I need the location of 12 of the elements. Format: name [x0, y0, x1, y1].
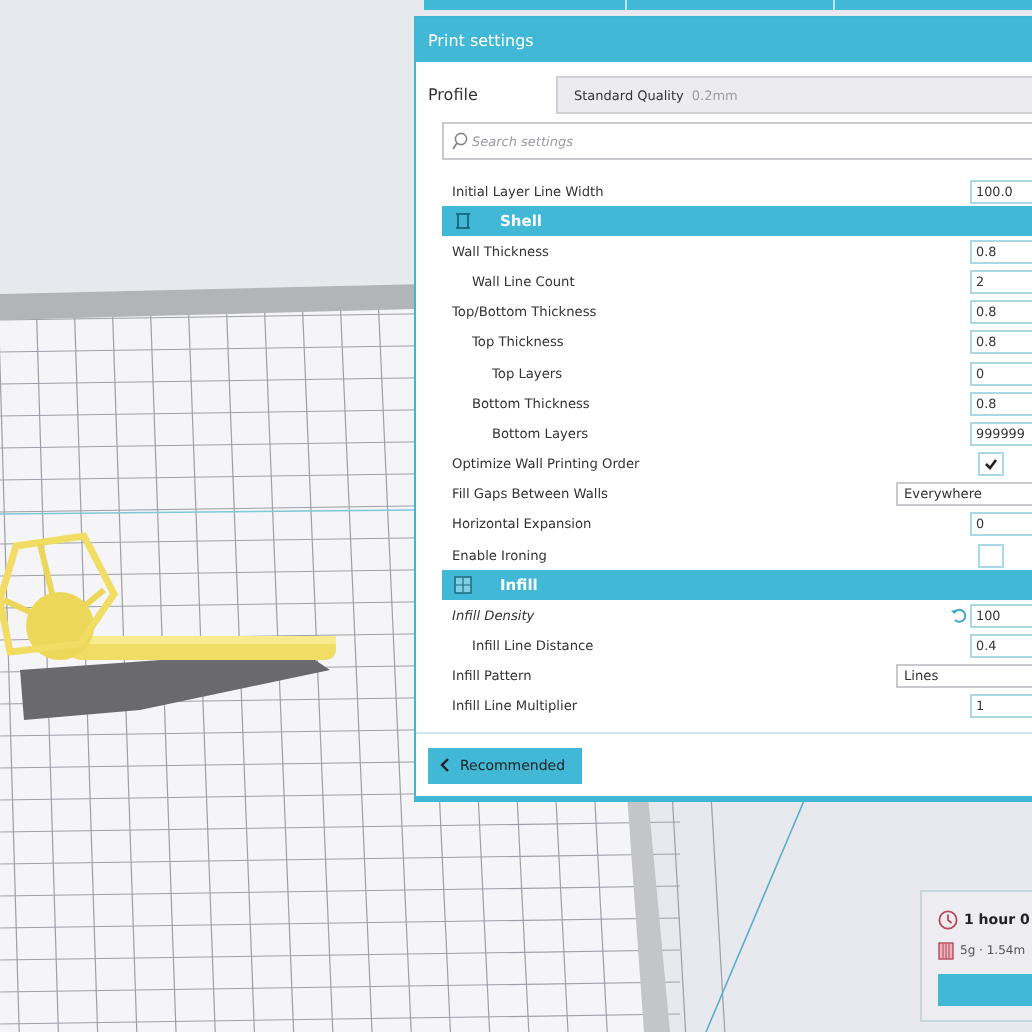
grid-icon [454, 576, 472, 595]
chevron-left-icon [440, 758, 450, 772]
clock-icon [938, 910, 958, 930]
panel-title: Print settings [416, 18, 1032, 62]
reset-icon[interactable] [950, 607, 966, 624]
checkbox[interactable] [978, 452, 1004, 477]
search-icon [452, 132, 468, 150]
shell-icon [454, 212, 472, 231]
checkbox[interactable] [978, 543, 1004, 568]
spool-icon [938, 941, 954, 959]
profile-label: Profile [428, 86, 480, 104]
checkmark-icon [984, 458, 998, 471]
